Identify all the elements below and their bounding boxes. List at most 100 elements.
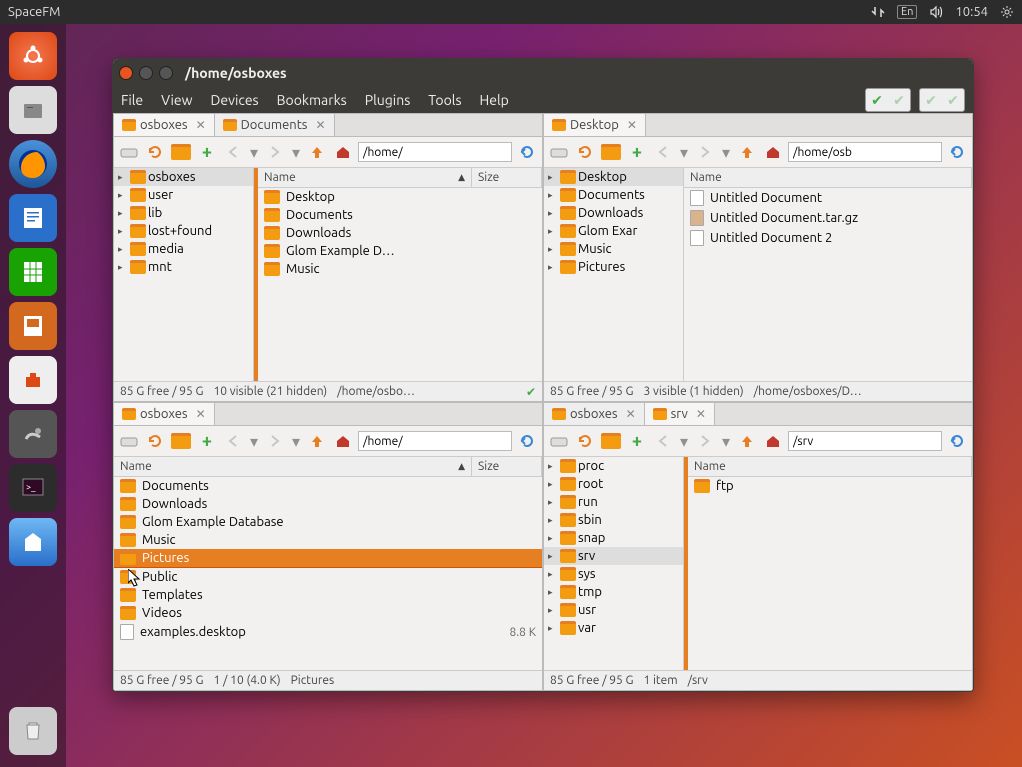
menu-bookmarks[interactable]: Bookmarks: [277, 92, 347, 108]
expand-icon[interactable]: ▸: [548, 587, 558, 598]
path-input[interactable]: [788, 142, 942, 162]
tree-node[interactable]: ▸tmp: [544, 583, 683, 601]
go-icon[interactable]: [946, 430, 968, 452]
refresh-icon[interactable]: [144, 141, 166, 163]
file-row[interactable]: Untitled Document: [684, 188, 972, 208]
task-check-icon[interactable]: ✔: [888, 89, 910, 111]
up-icon[interactable]: [306, 430, 328, 452]
back-icon[interactable]: [222, 141, 244, 163]
up-icon[interactable]: [736, 141, 758, 163]
expand-icon[interactable]: ▸: [548, 244, 558, 255]
column-header-name[interactable]: Name: [120, 460, 152, 473]
file-row[interactable]: Music: [258, 260, 542, 278]
menu-view[interactable]: View: [161, 92, 192, 108]
drive-icon[interactable]: [118, 141, 140, 163]
task-check-icon[interactable]: ✔: [920, 89, 942, 111]
tree-node[interactable]: ▸sbin: [544, 511, 683, 529]
close-icon[interactable]: ✕: [696, 407, 706, 421]
column-header-name[interactable]: Name: [694, 460, 726, 473]
tree-node[interactable]: ▸mnt: [114, 258, 253, 276]
expand-icon[interactable]: ▸: [548, 479, 558, 490]
back-dropdown-icon[interactable]: ▾: [248, 141, 260, 163]
tree-node[interactable]: ▸snap: [544, 529, 683, 547]
sound-icon[interactable]: [929, 5, 943, 19]
expand-icon[interactable]: ▸: [118, 172, 128, 183]
close-icon[interactable]: ✕: [196, 407, 206, 421]
expand-icon[interactable]: ▸: [548, 515, 558, 526]
expand-icon[interactable]: ▸: [118, 190, 128, 201]
go-icon[interactable]: [516, 141, 538, 163]
forward-icon[interactable]: [264, 430, 286, 452]
tree-view[interactable]: ▸osboxes▸user▸lib▸lost+found▸media▸mnt: [114, 168, 254, 381]
tree-node[interactable]: ▸Documents: [544, 186, 683, 204]
file-row[interactable]: Desktop: [258, 188, 542, 206]
file-row[interactable]: Templates: [114, 586, 542, 604]
refresh-icon[interactable]: [574, 430, 596, 452]
expand-icon[interactable]: ▸: [118, 226, 128, 237]
column-header-size[interactable]: Size: [472, 457, 542, 476]
expand-icon[interactable]: ▸: [548, 461, 558, 472]
open-folder-icon[interactable]: [170, 430, 192, 452]
tab[interactable]: Desktop✕: [544, 114, 646, 136]
expand-icon[interactable]: ▸: [548, 226, 558, 237]
open-folder-icon[interactable]: [600, 430, 622, 452]
forward-dropdown-icon[interactable]: ▾: [720, 141, 732, 163]
add-icon[interactable]: +: [626, 141, 648, 163]
file-row[interactable]: Glom Example D…: [258, 242, 542, 260]
expand-icon[interactable]: ▸: [548, 208, 558, 219]
calc-icon[interactable]: [9, 248, 57, 296]
forward-icon[interactable]: [694, 430, 716, 452]
forward-icon[interactable]: [264, 141, 286, 163]
path-input[interactable]: [788, 431, 942, 451]
files-icon[interactable]: [9, 86, 57, 134]
file-row[interactable]: Untitled Document 2: [684, 228, 972, 248]
tree-node[interactable]: ▸srv: [544, 547, 683, 565]
go-icon[interactable]: [516, 430, 538, 452]
tree-node[interactable]: ▸osboxes: [114, 168, 253, 186]
expand-icon[interactable]: ▸: [548, 172, 558, 183]
file-row[interactable]: Glom Example Database: [114, 513, 542, 531]
back-dropdown-icon[interactable]: ▾: [678, 141, 690, 163]
home-icon[interactable]: [762, 430, 784, 452]
tree-node[interactable]: ▸Downloads: [544, 204, 683, 222]
expand-icon[interactable]: ▸: [548, 262, 558, 273]
drive-icon[interactable]: [548, 141, 570, 163]
tree-node[interactable]: ▸Pictures: [544, 258, 683, 276]
check-icon[interactable]: ✔: [526, 385, 536, 399]
home-icon[interactable]: [332, 430, 354, 452]
file-row[interactable]: Documents: [258, 206, 542, 224]
expand-icon[interactable]: ▸: [548, 623, 558, 634]
expand-icon[interactable]: ▸: [118, 208, 128, 219]
window-maximize-icon[interactable]: [159, 66, 173, 80]
drive-icon[interactable]: [118, 430, 140, 452]
close-icon[interactable]: ✕: [627, 118, 637, 132]
open-folder-icon[interactable]: [170, 141, 192, 163]
tab[interactable]: osboxes✕: [114, 403, 215, 425]
add-icon[interactable]: +: [626, 430, 648, 452]
keyboard-lang-indicator[interactable]: En: [897, 5, 917, 19]
tree-view[interactable]: ▸proc▸root▸run▸sbin▸snap▸srv▸sys▸tmp▸usr…: [544, 457, 684, 670]
forward-dropdown-icon[interactable]: ▾: [290, 430, 302, 452]
firefox-icon[interactable]: [9, 140, 57, 188]
tree-node[interactable]: ▸sys: [544, 565, 683, 583]
home-icon[interactable]: [762, 141, 784, 163]
window-minimize-icon[interactable]: [139, 66, 153, 80]
forward-icon[interactable]: [694, 141, 716, 163]
tree-node[interactable]: ▸user: [114, 186, 253, 204]
menu-tools[interactable]: Tools: [428, 92, 461, 108]
menu-file[interactable]: File: [121, 92, 143, 108]
forward-dropdown-icon[interactable]: ▾: [290, 141, 302, 163]
menu-help[interactable]: Help: [480, 92, 509, 108]
file-row[interactable]: ftp: [688, 477, 972, 495]
back-icon[interactable]: [652, 141, 674, 163]
forward-dropdown-icon[interactable]: ▾: [720, 430, 732, 452]
back-icon[interactable]: [652, 430, 674, 452]
file-row[interactable]: Public: [114, 568, 542, 586]
file-row[interactable]: Music: [114, 531, 542, 549]
expand-icon[interactable]: ▸: [548, 533, 558, 544]
refresh-icon[interactable]: [574, 141, 596, 163]
up-icon[interactable]: [736, 430, 758, 452]
expand-icon[interactable]: ▸: [548, 497, 558, 508]
window-close-icon[interactable]: [119, 66, 133, 80]
spacefm-icon[interactable]: [9, 518, 57, 566]
